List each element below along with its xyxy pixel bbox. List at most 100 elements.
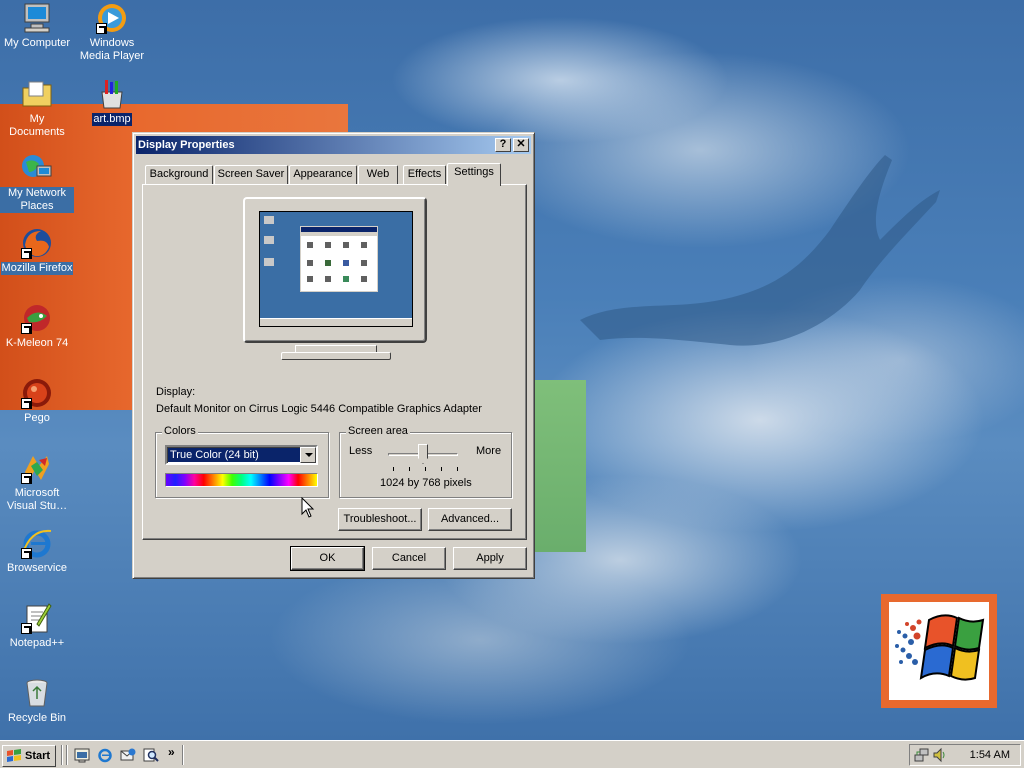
display-label: Display: xyxy=(156,386,196,398)
network-connection-icon[interactable] xyxy=(914,747,930,763)
desktop-icon-pego[interactable]: Pego xyxy=(0,377,74,425)
recycle-bin-icon xyxy=(21,677,53,709)
firefox-icon xyxy=(21,227,53,259)
cancel-button[interactable]: Cancel xyxy=(372,547,446,570)
shortcut-arrow-icon xyxy=(21,248,32,259)
tab-web[interactable]: Web xyxy=(358,165,398,185)
outlook-express-icon[interactable] xyxy=(120,747,136,763)
colors-group: Colors True Color (24 bit) xyxy=(155,425,329,498)
desktop-icon-windows-media-player[interactable]: Windows Media Player xyxy=(75,2,149,63)
k-meleon-icon xyxy=(21,302,53,334)
search-icon[interactable] xyxy=(143,747,159,763)
volume-icon[interactable] xyxy=(932,747,948,763)
troubleshoot-button[interactable]: Troubleshoot... xyxy=(338,508,422,531)
my-documents-icon xyxy=(21,78,53,110)
slider-tick xyxy=(425,467,426,471)
notepad-plus-plus-icon xyxy=(21,602,53,634)
wallpaper-diver-silhouette xyxy=(580,155,940,346)
color-spectrum-bar xyxy=(165,473,318,487)
desktop-icon-my-computer[interactable]: My Computer xyxy=(0,2,74,50)
chevron-down-icon[interactable] xyxy=(300,447,316,463)
dialog-titlebar[interactable]: Display Properties ? ✕ xyxy=(136,136,531,154)
tab-screen-saver[interactable]: Screen Saver xyxy=(214,165,288,185)
monitor-preview-screen xyxy=(259,211,413,327)
slider-tick xyxy=(457,467,458,471)
media-player-icon xyxy=(96,2,128,34)
advanced-button[interactable]: Advanced... xyxy=(428,508,512,531)
shortcut-arrow-icon xyxy=(21,548,32,559)
desktop-icon-visual-studio[interactable]: Microsoft Visual Stu… xyxy=(0,452,74,513)
colors-dropdown[interactable]: True Color (24 bit) xyxy=(165,445,318,465)
shortcut-arrow-icon xyxy=(21,398,32,409)
windows-logo-badge xyxy=(881,594,997,708)
screen-area-more-label: More xyxy=(476,445,502,457)
ok-button[interactable]: OK xyxy=(290,546,365,571)
desktop-icon-label: Browservice xyxy=(7,562,67,574)
desktop-icon-my-documents[interactable]: My Documents xyxy=(0,78,74,139)
desktop-icon-mozilla-firefox[interactable]: Mozilla Firefox xyxy=(0,227,74,275)
desktop-icon-label: Notepad++ xyxy=(9,637,65,649)
desktop-icon-label: Pego xyxy=(24,412,50,424)
close-button[interactable]: ✕ xyxy=(513,138,529,152)
network-places-icon xyxy=(21,152,53,184)
screen-area-slider-thumb[interactable] xyxy=(418,444,428,464)
help-button[interactable]: ? xyxy=(495,138,511,152)
internet-explorer-icon[interactable] xyxy=(97,747,113,763)
screen-area-value: 1024 by 768 pixels xyxy=(380,477,472,489)
slider-tick xyxy=(393,467,394,471)
slider-tick xyxy=(409,467,410,471)
screen-area-group-label: Screen area xyxy=(346,425,410,437)
tab-appearance[interactable]: Appearance xyxy=(289,165,357,185)
tab-settings[interactable]: Settings xyxy=(447,163,501,186)
desktop-icon-notepad-plus-plus[interactable]: Notepad++ xyxy=(0,602,74,650)
start-label: Start xyxy=(25,750,51,762)
windows-flag-icon xyxy=(7,749,21,762)
internet-explorer-icon xyxy=(21,527,53,559)
desktop-icon-label: Windows Media Player xyxy=(79,37,145,62)
show-desktop-icon[interactable] xyxy=(74,747,90,763)
desktop-icon-label: Mozilla Firefox xyxy=(0,262,74,275)
monitor-stand-base xyxy=(281,352,391,360)
desktop-icon-art-bmp[interactable]: art.bmp xyxy=(75,78,149,126)
screen-area-group: Screen area Less More 1024 by 768 pixels xyxy=(339,425,512,498)
mouse-cursor-icon xyxy=(301,497,315,518)
taskbar-separator xyxy=(66,745,68,765)
desktop-icon-browservice[interactable]: Browservice xyxy=(0,527,74,575)
quick-launch-more-button[interactable]: » xyxy=(168,745,175,759)
monitor-preview xyxy=(243,197,427,343)
preview-taskbar xyxy=(260,318,412,326)
settings-tab-panel: Display: Default Monitor on Cirrus Logic… xyxy=(142,184,527,540)
shortcut-arrow-icon xyxy=(21,623,32,634)
apply-button[interactable]: Apply xyxy=(453,547,527,570)
clock[interactable]: 1:54 AM xyxy=(970,749,1010,761)
desktop-icon-recycle-bin[interactable]: Recycle Bin xyxy=(0,677,74,725)
desktop-icon-label: art.bmp xyxy=(92,113,132,126)
colors-group-label: Colors xyxy=(162,425,198,437)
desktop-icon-label: Recycle Bin xyxy=(7,712,67,724)
desktop-icon-label: My Computer xyxy=(3,37,71,49)
shortcut-arrow-icon xyxy=(96,23,107,34)
display-properties-dialog: Display Properties ? ✕ Background Screen… xyxy=(132,132,535,579)
screen-area-less-label: Less xyxy=(349,445,373,457)
preview-window xyxy=(300,226,378,292)
colors-dropdown-value: True Color (24 bit) xyxy=(168,448,301,462)
display-adapter-text: Default Monitor on Cirrus Logic 5446 Com… xyxy=(156,403,482,415)
tab-background[interactable]: Background xyxy=(145,165,213,185)
paint-bitmap-icon xyxy=(96,78,128,110)
desktop-icon-label: K-Meleon 74 xyxy=(5,337,69,349)
taskbar-separator xyxy=(182,745,184,765)
start-button[interactable]: Start xyxy=(2,745,56,767)
tab-effects[interactable]: Effects xyxy=(403,165,446,185)
desktop-icon-label: My Network Places xyxy=(0,187,74,213)
desktop-icon-label: My Documents xyxy=(9,113,65,138)
desktop-icon-k-meleon[interactable]: K-Meleon 74 xyxy=(0,302,74,350)
visual-studio-icon xyxy=(21,452,53,484)
my-computer-icon xyxy=(21,2,53,34)
windows-flag-icon xyxy=(889,602,989,700)
shortcut-arrow-icon xyxy=(21,473,32,484)
shortcut-arrow-icon xyxy=(21,323,32,334)
taskbar: Start » 1:54 AM xyxy=(0,740,1024,768)
pego-icon xyxy=(21,377,53,409)
desktop-icon-label: Microsoft Visual Stu… xyxy=(6,487,68,512)
desktop-icon-my-network-places[interactable]: My Network Places xyxy=(0,152,74,213)
